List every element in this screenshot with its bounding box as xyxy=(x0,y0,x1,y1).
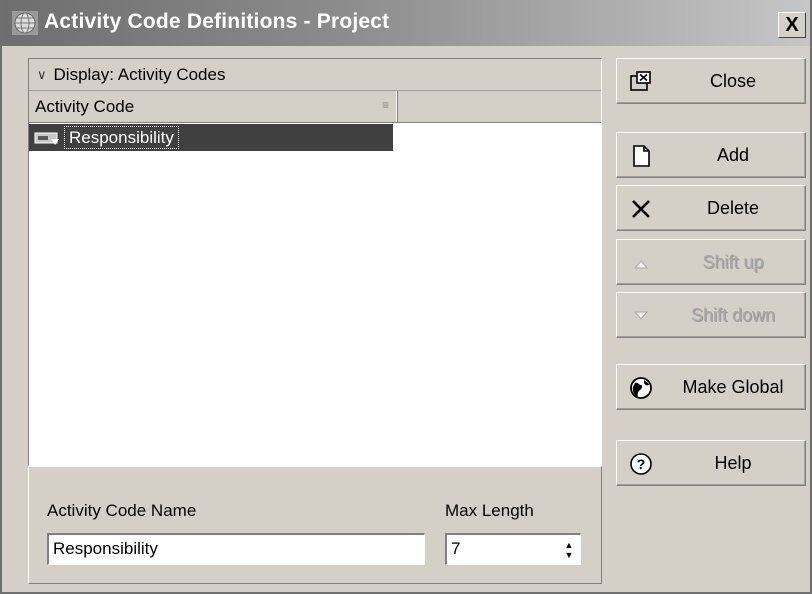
new-document-icon xyxy=(633,145,650,167)
title-close-button[interactable]: X xyxy=(778,12,806,38)
activity-code-name-label: Activity Code Name xyxy=(47,501,197,520)
close-window-icon xyxy=(630,71,651,91)
shift-down-button-label: Shift down xyxy=(690,305,776,325)
help-icon: ? xyxy=(630,453,652,475)
help-button[interactable]: ? Help xyxy=(616,440,806,486)
globe-app-icon xyxy=(12,11,38,35)
display-label: Display: Activity Codes xyxy=(53,64,226,84)
list-item-label: Responsibility xyxy=(64,126,179,149)
shift-up-button-label: Shift up xyxy=(702,252,764,272)
details-panel: Activity Code Name Responsibility Max Le… xyxy=(28,466,602,584)
column-header-row: Activity Code ≡ xyxy=(29,91,601,123)
title-bar[interactable]: Activity Code Definitions - Project X xyxy=(2,0,810,46)
display-filter-bar[interactable]: ∨ Display: Activity Codes xyxy=(29,59,601,91)
close-button[interactable]: Close xyxy=(616,58,806,104)
make-global-button[interactable]: Make Global xyxy=(616,364,806,410)
make-global-button-label: Make Global xyxy=(682,377,784,397)
shift-up-button[interactable]: Shift up xyxy=(616,239,806,285)
column-menu-icon[interactable]: ≡ xyxy=(382,99,389,111)
activity-code-icon xyxy=(34,132,59,145)
list-item[interactable]: Responsibility xyxy=(29,124,393,151)
column-header-label: Activity Code xyxy=(35,97,135,116)
globe-icon xyxy=(630,377,652,399)
close-icon: X xyxy=(785,14,799,36)
max-length-stepper[interactable]: 7 ▲ ▼ xyxy=(445,533,581,565)
add-button-label: Add xyxy=(716,145,750,165)
dialog-window: Activity Code Definitions - Project X ∨ … xyxy=(0,0,812,594)
svg-text:?: ? xyxy=(637,456,646,472)
x-delete-icon xyxy=(632,200,650,218)
chevron-down-icon: ∨ xyxy=(37,66,47,82)
window-title: Activity Code Definitions - Project xyxy=(44,10,390,33)
activity-code-name-input[interactable]: Responsibility xyxy=(47,533,425,565)
max-length-label: Max Length xyxy=(445,501,534,520)
max-length-value: 7 xyxy=(451,539,461,558)
spin-up-icon[interactable]: ▲ xyxy=(565,540,574,550)
close-button-label: Close xyxy=(709,71,757,91)
column-header-activity-code[interactable]: Activity Code ≡ xyxy=(29,91,398,122)
up-triangle-icon xyxy=(633,260,649,269)
shift-down-button[interactable]: Shift down xyxy=(616,292,806,338)
add-button[interactable]: Add xyxy=(616,132,806,178)
spin-down-icon[interactable]: ▼ xyxy=(565,550,574,560)
activity-code-list[interactable]: ∨ Display: Activity Codes Activity Code … xyxy=(28,58,602,466)
delete-button[interactable]: Delete xyxy=(616,185,806,231)
help-button-label: Help xyxy=(714,453,752,473)
down-triangle-icon xyxy=(633,311,649,320)
delete-button-label: Delete xyxy=(706,198,760,218)
spinner-control[interactable]: ▲ ▼ xyxy=(560,537,578,562)
